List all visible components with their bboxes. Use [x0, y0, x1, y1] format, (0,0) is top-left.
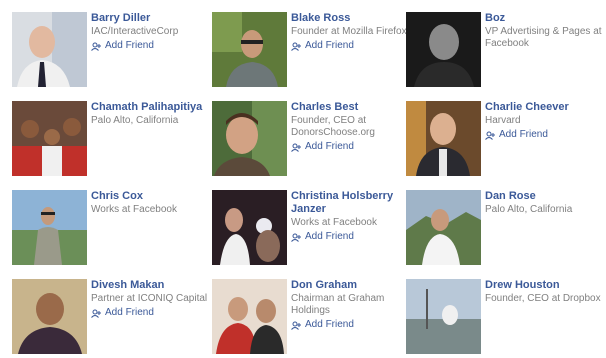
profile-photo[interactable] [12, 190, 87, 265]
suggestion-row: Barry Diller IAC/InteractiveCorp Add Fri… [0, 2, 606, 91]
person-subtitle: Partner at ICONIQ Capital [91, 293, 208, 304]
add-friend-label: Add Friend [305, 319, 354, 330]
person-info: Blake Ross Founder at Mozilla Firefox Ad… [291, 12, 409, 52]
suggestion-row: Chamath Palihapitiya Palo Alto, Californ… [0, 91, 606, 180]
add-friend-button[interactable]: Add Friend [91, 307, 209, 319]
person-card: Drew Houston Founder, CEO at Dropbox [406, 269, 606, 358]
profile-photo[interactable] [12, 101, 87, 176]
person-info: Barry Diller IAC/InteractiveCorp Add Fri… [91, 12, 209, 52]
profile-photo[interactable] [212, 190, 287, 265]
profile-photo[interactable] [212, 12, 287, 87]
person-card: Barry Diller IAC/InteractiveCorp Add Fri… [12, 2, 212, 91]
add-friend-label: Add Friend [305, 141, 354, 152]
person-card: Blake Ross Founder at Mozilla Firefox Ad… [212, 2, 412, 91]
person-name-link[interactable]: Blake Ross [291, 12, 409, 25]
add-friend-icon [91, 309, 102, 318]
person-card: Charlie Cheever Harvard Add Friend [406, 91, 606, 180]
profile-photo[interactable] [12, 279, 87, 354]
person-info: Boz VP Advertising & Pages at Facebook [485, 12, 603, 50]
add-friend-button[interactable]: Add Friend [91, 40, 209, 52]
profile-photo[interactable] [406, 279, 481, 354]
add-friend-label: Add Friend [305, 40, 354, 51]
person-info: Christina Holsberry Janzer Works at Face… [291, 190, 409, 243]
person-card: Christina Holsberry Janzer Works at Face… [212, 180, 412, 269]
add-friend-icon [291, 321, 302, 330]
add-friend-label: Add Friend [105, 307, 154, 318]
person-subtitle: Chairman at Graham Holdings [291, 293, 385, 316]
person-subtitle: Palo Alto, California [91, 115, 179, 126]
person-subtitle: Works at Facebook [291, 217, 377, 228]
add-friend-label: Add Friend [499, 129, 548, 140]
add-friend-icon [91, 42, 102, 51]
person-card: Chamath Palihapitiya Palo Alto, Californ… [12, 91, 212, 180]
add-friend-button[interactable]: Add Friend [291, 231, 409, 243]
person-card: Dan Rose Palo Alto, California [406, 180, 606, 269]
person-name-link[interactable]: Christina Holsberry Janzer [291, 190, 409, 216]
friend-suggestions-grid: Barry Diller IAC/InteractiveCorp Add Fri… [0, 0, 606, 358]
person-subtitle: Palo Alto, California [485, 204, 573, 215]
person-subtitle: Harvard [485, 115, 521, 126]
person-name-link[interactable]: Chris Cox [91, 190, 209, 203]
person-name-link[interactable]: Divesh Makan [91, 279, 209, 292]
add-friend-button[interactable]: Add Friend [291, 141, 409, 153]
person-name-link[interactable]: Don Graham [291, 279, 409, 292]
person-name-link[interactable]: Dan Rose [485, 190, 603, 203]
person-name-link[interactable]: Boz [485, 12, 603, 25]
person-card: Divesh Makan Partner at ICONIQ Capital A… [12, 269, 212, 358]
person-name-link[interactable]: Charles Best [291, 101, 409, 114]
person-subtitle: Founder at Mozilla Firefox [291, 26, 407, 37]
person-subtitle: Founder, CEO at DonorsChoose.org [291, 115, 375, 138]
add-friend-button[interactable]: Add Friend [485, 129, 603, 141]
add-friend-button[interactable]: Add Friend [291, 40, 409, 52]
add-friend-icon [291, 233, 302, 242]
profile-photo[interactable] [12, 12, 87, 87]
person-info: Divesh Makan Partner at ICONIQ Capital A… [91, 279, 209, 319]
person-name-link[interactable]: Charlie Cheever [485, 101, 603, 114]
person-card: Charles Best Founder, CEO at DonorsChoos… [212, 91, 412, 180]
person-name-link[interactable]: Chamath Palihapitiya [91, 101, 209, 114]
person-info: Chamath Palihapitiya Palo Alto, Californ… [91, 101, 209, 127]
person-subtitle: Founder, CEO at Dropbox [485, 293, 601, 304]
profile-photo[interactable] [212, 279, 287, 354]
person-info: Charlie Cheever Harvard Add Friend [485, 101, 603, 141]
person-subtitle: VP Advertising & Pages at Facebook [485, 26, 602, 49]
person-name-link[interactable]: Drew Houston [485, 279, 603, 292]
person-info: Don Graham Chairman at Graham Holdings A… [291, 279, 409, 331]
person-card: Don Graham Chairman at Graham Holdings A… [212, 269, 412, 358]
suggestion-row: Divesh Makan Partner at ICONIQ Capital A… [0, 269, 606, 358]
person-subtitle: Works at Facebook [91, 204, 177, 215]
add-friend-icon [485, 131, 496, 140]
profile-photo[interactable] [406, 12, 481, 87]
person-name-link[interactable]: Barry Diller [91, 12, 209, 25]
person-card: Chris Cox Works at Facebook [12, 180, 212, 269]
person-subtitle: IAC/InteractiveCorp [91, 26, 179, 37]
add-friend-label: Add Friend [305, 231, 354, 242]
person-info: Chris Cox Works at Facebook [91, 190, 209, 216]
add-friend-icon [291, 143, 302, 152]
person-info: Dan Rose Palo Alto, California [485, 190, 603, 216]
person-info: Drew Houston Founder, CEO at Dropbox [485, 279, 603, 305]
profile-photo[interactable] [406, 101, 481, 176]
person-info: Charles Best Founder, CEO at DonorsChoos… [291, 101, 409, 153]
suggestion-row: Chris Cox Works at Facebook Christina Ho… [0, 180, 606, 269]
add-friend-icon [291, 42, 302, 51]
add-friend-label: Add Friend [105, 40, 154, 51]
profile-photo[interactable] [406, 190, 481, 265]
add-friend-button[interactable]: Add Friend [291, 319, 409, 331]
profile-photo[interactable] [212, 101, 287, 176]
person-card: Boz VP Advertising & Pages at Facebook [406, 2, 606, 91]
